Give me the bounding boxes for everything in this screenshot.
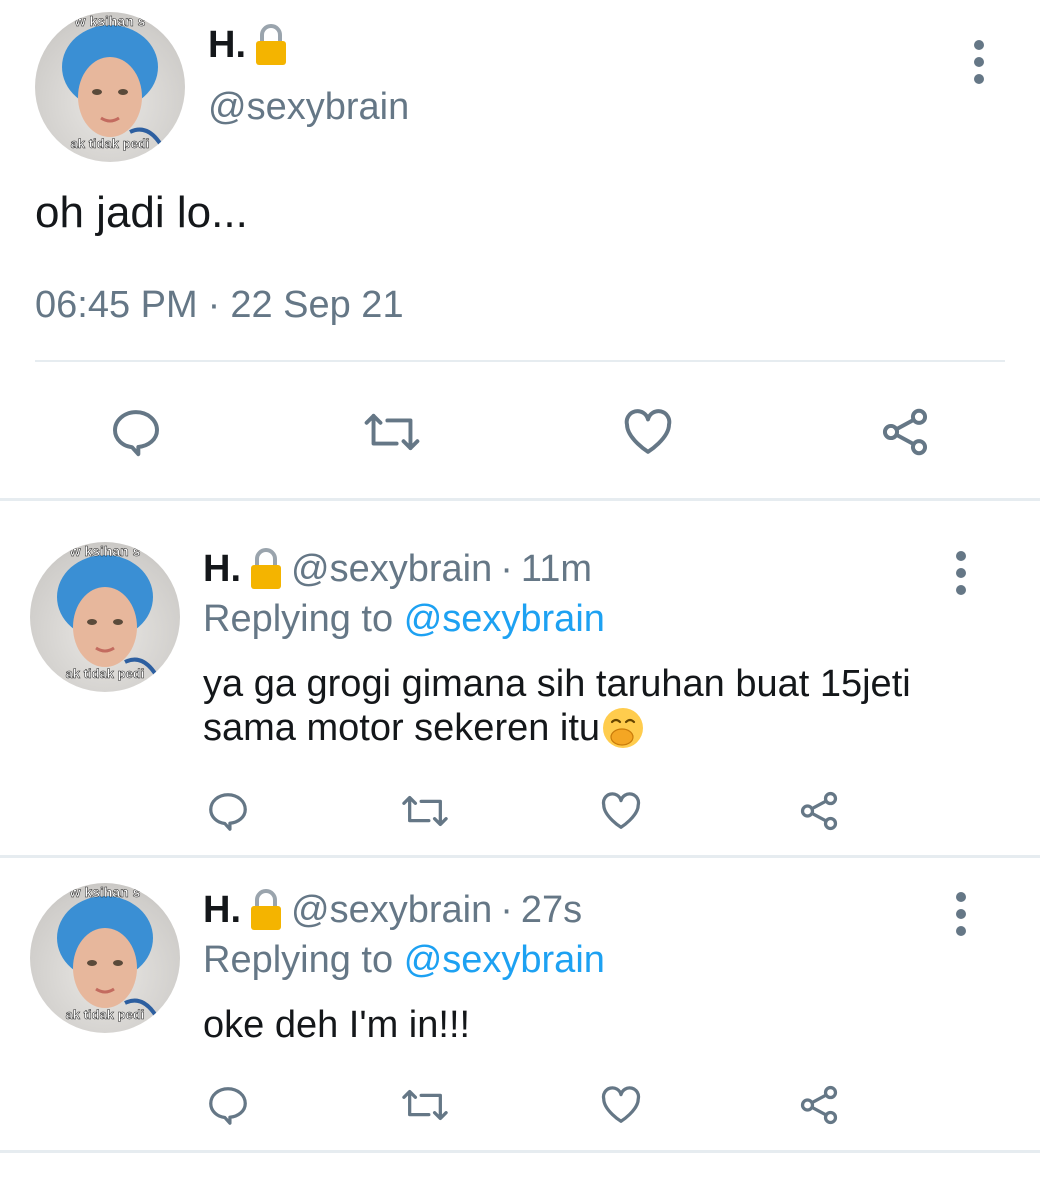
reply-text-line: sama motor sekeren itu <box>203 706 911 750</box>
retweet-icon[interactable] <box>362 404 422 460</box>
like-icon[interactable] <box>597 788 645 834</box>
svg-text:w ksihan s: w ksihan s <box>69 884 141 900</box>
more-options-icon[interactable] <box>955 892 967 936</box>
lock-icon <box>254 24 288 66</box>
display-name[interactable]: H. <box>208 24 246 67</box>
reply-header: H. @sexybrain · 27s <box>203 887 582 933</box>
avatar[interactable]: w ksihan s ak tidak pedi <box>35 12 185 162</box>
reply-text-segment: sama motor sekeren itu <box>203 707 601 749</box>
share-icon[interactable] <box>795 1082 843 1128</box>
divider <box>0 498 1040 501</box>
svg-text:w ksihan s: w ksihan s <box>69 543 141 559</box>
replying-label: Replying to <box>203 939 394 981</box>
display-name[interactable]: H. <box>203 889 241 932</box>
replying-handle-link[interactable]: @sexybrain <box>404 598 605 640</box>
separator: · <box>207 284 221 326</box>
reply-text-line: ya ga grogi gimana sih taruhan buat 15je… <box>203 663 911 705</box>
divider <box>35 360 1005 362</box>
replying-label: Replying to <box>203 598 394 640</box>
svg-text:ak tidak pedi: ak tidak pedi <box>66 666 145 681</box>
like-icon[interactable] <box>597 1082 645 1128</box>
divider <box>0 855 1040 858</box>
replying-to: Replying to @sexybrain <box>203 598 605 641</box>
avatar[interactable]: w ksihan s ak tidak pedi <box>30 883 180 1033</box>
tweet-text: oh jadi lo... <box>35 188 248 237</box>
svg-text:ak tidak pedi: ak tidak pedi <box>66 1007 145 1022</box>
like-icon[interactable] <box>619 404 677 460</box>
handle[interactable]: @sexybrain <box>291 548 492 591</box>
reply-icon[interactable] <box>205 1082 251 1128</box>
retweet-icon[interactable] <box>399 788 451 834</box>
tweet-timestamp: 06:45 PM · 22 Sep 21 <box>35 284 404 327</box>
hand-over-mouth-emoji-icon <box>600 706 646 750</box>
reply-text: oke deh I'm in!!! <box>203 1004 471 1046</box>
reply-icon[interactable] <box>108 404 164 460</box>
more-options-icon[interactable] <box>973 40 985 84</box>
lock-icon <box>249 548 283 590</box>
replying-handle-link[interactable]: @sexybrain <box>404 939 605 981</box>
svg-text:w ksihan s: w ksihan s <box>74 13 146 29</box>
reply-age: 11m <box>520 547 592 590</box>
separator: · <box>500 547 513 590</box>
display-name[interactable]: H. <box>203 548 241 591</box>
handle[interactable]: @sexybrain <box>208 86 409 129</box>
reply-icon[interactable] <box>205 788 251 834</box>
avatar[interactable]: w ksihan s ak tidak pedi <box>30 542 180 692</box>
handle[interactable]: @sexybrain <box>291 889 492 932</box>
separator: · <box>500 888 513 931</box>
share-icon[interactable] <box>795 788 843 834</box>
reply-age: 27s <box>520 888 583 931</box>
share-icon[interactable] <box>876 404 934 460</box>
tweet-time: 06:45 PM <box>35 284 198 326</box>
tweet-date: 22 Sep 21 <box>230 284 404 326</box>
svg-text:ak tidak pedi: ak tidak pedi <box>71 136 150 151</box>
retweet-icon[interactable] <box>399 1082 451 1128</box>
reply-text: ya ga grogi gimana sih taruhan buat 15je… <box>203 662 911 750</box>
more-options-icon[interactable] <box>955 551 967 595</box>
reply-header: H. @sexybrain · 11m <box>203 546 592 592</box>
divider <box>0 1150 1040 1153</box>
replying-to: Replying to @sexybrain <box>203 939 605 982</box>
lock-icon <box>249 889 283 931</box>
